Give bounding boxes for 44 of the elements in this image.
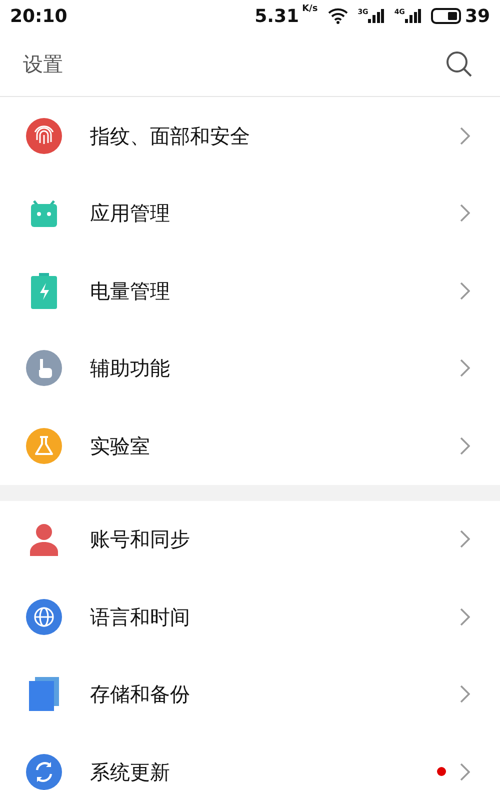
item-label: 账号和同步 [90, 526, 191, 554]
fingerprint-icon [26, 118, 62, 154]
person-icon [28, 522, 60, 556]
signal-icon [368, 9, 384, 23]
settings-item[interactable]: 指纹、面部和安全 [0, 97, 500, 174]
globe-icon [26, 598, 62, 635]
item-label: 电量管理 [90, 278, 171, 305]
flask-icon [26, 428, 62, 464]
pointing-hand-icon [26, 350, 62, 386]
item-label: 系统更新 [90, 758, 171, 786]
page-title: 设置 [23, 51, 63, 78]
chevron-right-icon [460, 204, 470, 222]
speed-unit: K/s [302, 2, 318, 16]
item-label: 辅助功能 [90, 355, 171, 382]
chevron-right-icon [460, 436, 470, 455]
item-label: 存储和备份 [90, 681, 191, 708]
signal-icon [404, 9, 421, 23]
settings-item[interactable]: 辅助功能 [0, 330, 500, 407]
chevron-right-icon [460, 126, 470, 145]
settings-item[interactable]: 语言和时间 [0, 578, 500, 656]
chevron-right-icon [460, 762, 470, 781]
search-icon [445, 50, 473, 78]
status-time: 20:10 [10, 4, 68, 28]
settings-item[interactable]: 存储和备份 [0, 656, 500, 733]
settings-item[interactable]: 实验室 [0, 407, 500, 484]
settings-item[interactable]: 电量管理 [0, 252, 500, 330]
settings-item[interactable]: 账号和同步 [0, 500, 500, 578]
chevron-right-icon [460, 282, 470, 300]
pages-icon [29, 677, 59, 712]
settings-item[interactable]: 系统更新 [0, 733, 500, 790]
battery-icon [430, 8, 461, 24]
wifi-icon [328, 8, 348, 24]
item-label: 实验室 [90, 432, 151, 460]
item-label: 语言和时间 [90, 604, 191, 631]
item-label: 应用管理 [90, 200, 171, 228]
battery-percent: 39 [464, 4, 490, 28]
chevron-right-icon [460, 608, 470, 626]
battery-charging-icon [31, 272, 57, 309]
chevron-right-icon [460, 685, 470, 704]
item-label: 指纹、面部和安全 [90, 122, 251, 150]
network-speed: 5.31 [254, 4, 300, 28]
settings-item[interactable]: 应用管理 [0, 174, 500, 252]
chevron-right-icon [460, 530, 470, 548]
chevron-right-icon [460, 359, 470, 378]
